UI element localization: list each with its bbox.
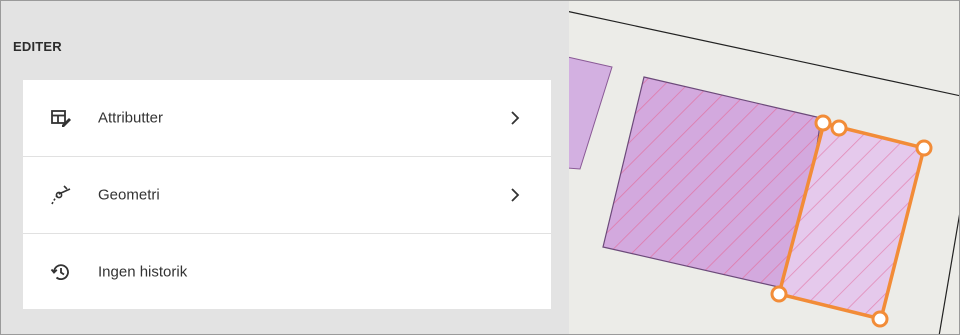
- geometry-edit-icon: [49, 183, 73, 207]
- parcel-boundary-top: [565, 10, 959, 97]
- vertex-handle[interactable]: [915, 139, 933, 157]
- menu-item-geometri[interactable]: Geometri: [23, 157, 551, 234]
- menu-item-historik[interactable]: Ingen historik: [23, 234, 551, 309]
- vertex-handle[interactable]: [770, 285, 788, 303]
- chevron-right-icon: [509, 110, 521, 126]
- panel-title: EDITER: [13, 39, 62, 54]
- vertex-handle[interactable]: [871, 310, 889, 328]
- history-icon: [49, 260, 73, 284]
- menu-item-label: Geometri: [98, 186, 160, 204]
- chevron-right-icon: [509, 187, 521, 203]
- table-edit-icon: [49, 106, 73, 130]
- edit-menu: Attributter Geometri Ingen historik: [23, 80, 551, 309]
- menu-item-label: Attributter: [98, 109, 164, 127]
- menu-item-attributter[interactable]: Attributter: [23, 80, 551, 157]
- vertex-handle[interactable]: [830, 119, 848, 137]
- edit-panel: EDITER Attributter Geometri Ingen histor…: [1, 1, 569, 334]
- app-frame: EDITER Attributter Geometri Ingen histor…: [0, 0, 960, 335]
- vertex-handle[interactable]: [814, 114, 832, 132]
- menu-item-label: Ingen historik: [98, 263, 188, 280]
- parcel-boundary-right: [938, 214, 959, 334]
